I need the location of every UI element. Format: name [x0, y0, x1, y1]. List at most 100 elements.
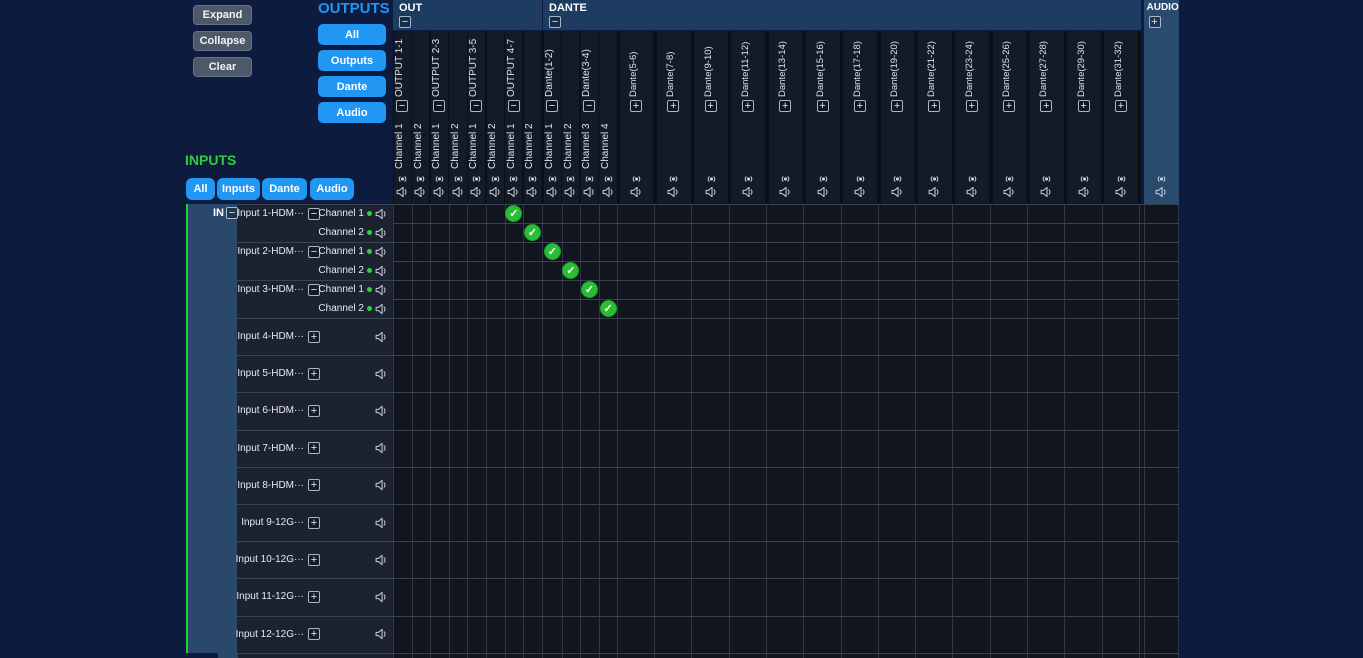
- speaker-icon[interactable]: [375, 517, 388, 529]
- outputs-filter-audio-button[interactable]: Audio: [318, 102, 386, 123]
- expand-column-button[interactable]: +: [1115, 100, 1127, 112]
- speaker-icon[interactable]: [779, 186, 792, 198]
- speaker-icon[interactable]: [891, 186, 904, 198]
- speaker-icon[interactable]: [1003, 186, 1016, 198]
- speaker-icon[interactable]: [375, 208, 388, 220]
- expand-column-button[interactable]: +: [966, 100, 978, 112]
- speaker-icon[interactable]: [1078, 186, 1091, 198]
- level-icon[interactable]: [779, 173, 792, 185]
- level-icon[interactable]: [1155, 173, 1168, 185]
- expand-column-button[interactable]: +: [854, 100, 866, 112]
- level-icon[interactable]: [1040, 173, 1053, 185]
- outputs-filter-outputs-button[interactable]: Outputs: [318, 50, 386, 71]
- speaker-icon[interactable]: [375, 628, 388, 640]
- speaker-icon[interactable]: [507, 186, 520, 198]
- speaker-icon[interactable]: [928, 186, 941, 198]
- speaker-icon[interactable]: [1040, 186, 1053, 198]
- speaker-icon[interactable]: [583, 186, 596, 198]
- level-icon[interactable]: [1115, 173, 1128, 185]
- crosspoint-active[interactable]: ✓: [544, 243, 561, 260]
- speaker-icon[interactable]: [546, 186, 559, 198]
- level-icon[interactable]: [817, 173, 830, 185]
- speaker-icon[interactable]: [375, 405, 388, 417]
- expand-input-button[interactable]: +: [308, 517, 320, 529]
- matrix-grid[interactable]: [393, 204, 1179, 658]
- speaker-icon[interactable]: [1155, 186, 1168, 198]
- expand-input-button[interactable]: +: [308, 591, 320, 603]
- expand-column-button[interactable]: +: [742, 100, 754, 112]
- expand-column-button[interactable]: +: [667, 100, 679, 112]
- level-icon[interactable]: [1003, 173, 1016, 185]
- expand-column-button[interactable]: +: [891, 100, 903, 112]
- speaker-icon[interactable]: [742, 186, 755, 198]
- clear-button[interactable]: Clear: [193, 57, 252, 77]
- speaker-icon[interactable]: [375, 554, 388, 566]
- level-icon[interactable]: [489, 173, 502, 185]
- expand-input-button[interactable]: +: [308, 368, 320, 380]
- speaker-icon[interactable]: [396, 186, 409, 198]
- level-icon[interactable]: [1078, 173, 1091, 185]
- expand-column-button[interactable]: +: [817, 100, 829, 112]
- crosspoint-active[interactable]: ✓: [600, 300, 617, 317]
- inputs-filter-inputs-button[interactable]: Inputs: [217, 178, 260, 200]
- speaker-icon[interactable]: [375, 265, 388, 277]
- speaker-icon[interactable]: [375, 442, 388, 454]
- speaker-icon[interactable]: [966, 186, 979, 198]
- level-icon[interactable]: [966, 173, 979, 185]
- expand-column-button[interactable]: +: [705, 100, 717, 112]
- level-icon[interactable]: [630, 173, 643, 185]
- speaker-icon[interactable]: [705, 186, 718, 198]
- level-icon[interactable]: [546, 173, 559, 185]
- inputs-filter-all-button[interactable]: All: [186, 178, 215, 200]
- level-icon[interactable]: [414, 173, 427, 185]
- speaker-icon[interactable]: [489, 186, 502, 198]
- collapse-dante-group-button[interactable]: −: [549, 16, 561, 28]
- collapse-button[interactable]: Collapse: [193, 31, 252, 51]
- expand-input-button[interactable]: +: [308, 479, 320, 491]
- outputs-filter-all-button[interactable]: All: [318, 24, 386, 45]
- speaker-icon[interactable]: [1115, 186, 1128, 198]
- level-icon[interactable]: [602, 173, 615, 185]
- level-icon[interactable]: [583, 173, 596, 185]
- speaker-icon[interactable]: [375, 246, 388, 258]
- expand-column-button[interactable]: +: [1040, 100, 1052, 112]
- level-icon[interactable]: [433, 173, 446, 185]
- speaker-icon[interactable]: [452, 186, 465, 198]
- speaker-icon[interactable]: [375, 331, 388, 343]
- speaker-icon[interactable]: [470, 186, 483, 198]
- level-icon[interactable]: [452, 173, 465, 185]
- speaker-icon[interactable]: [375, 479, 388, 491]
- level-icon[interactable]: [705, 173, 718, 185]
- crosspoint-active[interactable]: ✓: [524, 224, 541, 241]
- expand-column-button[interactable]: +: [1078, 100, 1090, 112]
- speaker-icon[interactable]: [630, 186, 643, 198]
- speaker-icon[interactable]: [817, 186, 830, 198]
- level-icon[interactable]: [396, 173, 409, 185]
- expand-input-button[interactable]: +: [308, 554, 320, 566]
- speaker-icon[interactable]: [375, 227, 388, 239]
- expand-column-button[interactable]: +: [779, 100, 791, 112]
- speaker-icon[interactable]: [854, 186, 867, 198]
- expand-input-button[interactable]: +: [308, 628, 320, 640]
- expand-input-button[interactable]: +: [308, 442, 320, 454]
- level-icon[interactable]: [507, 173, 520, 185]
- speaker-icon[interactable]: [375, 303, 388, 315]
- level-icon[interactable]: [667, 173, 680, 185]
- level-icon[interactable]: [564, 173, 577, 185]
- speaker-icon[interactable]: [433, 186, 446, 198]
- level-icon[interactable]: [470, 173, 483, 185]
- speaker-icon[interactable]: [375, 284, 388, 296]
- crosspoint-active[interactable]: ✓: [581, 281, 598, 298]
- level-icon[interactable]: [891, 173, 904, 185]
- speaker-icon[interactable]: [375, 591, 388, 603]
- expand-column-button[interactable]: +: [630, 100, 642, 112]
- expand-audio-group-button[interactable]: +: [1149, 16, 1161, 28]
- speaker-icon[interactable]: [602, 186, 615, 198]
- inputs-filter-dante-button[interactable]: Dante: [262, 178, 307, 200]
- expand-input-button[interactable]: +: [308, 331, 320, 343]
- collapse-out-group-button[interactable]: −: [399, 16, 411, 28]
- speaker-icon[interactable]: [526, 186, 539, 198]
- level-icon[interactable]: [742, 173, 755, 185]
- expand-button[interactable]: Expand: [193, 5, 252, 25]
- level-icon[interactable]: [854, 173, 867, 185]
